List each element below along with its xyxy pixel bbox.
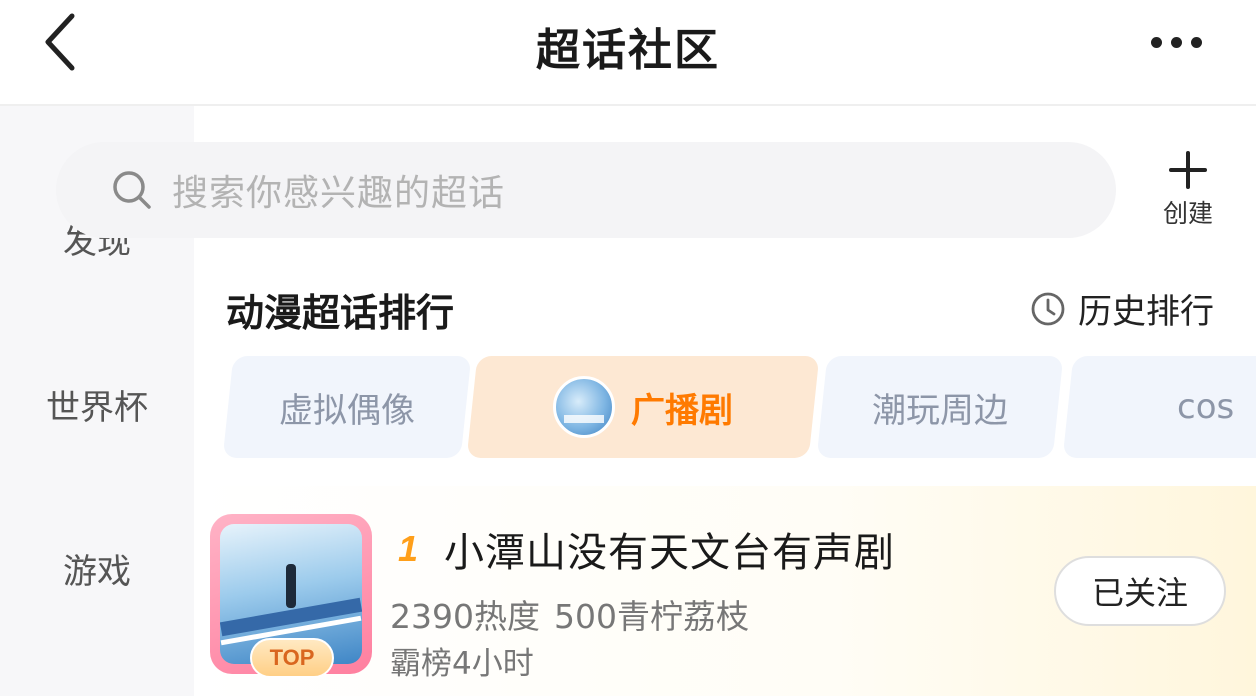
tab-label: 虚拟偶像 (279, 390, 415, 431)
sidebar-item-games[interactable]: 游戏 (0, 544, 194, 593)
tab-label: cos (1177, 387, 1235, 427)
plus-icon (1169, 151, 1207, 189)
category-tabs: 虚拟偶像 广播剧 潮玩周边 cos (222, 356, 1256, 458)
topic-cover[interactable]: TOP (210, 514, 372, 684)
history-ranking-label: 历史排行 (1078, 292, 1214, 332)
top-badge: TOP (250, 638, 334, 678)
more-dot (1170, 36, 1182, 48)
clock-icon (1031, 292, 1065, 325)
tab-toys-merch[interactable]: 潮玩周边 (816, 356, 1064, 458)
create-label: 创建 (1162, 199, 1213, 228)
search-icon (113, 171, 151, 209)
more-dot (1190, 36, 1202, 48)
search-input[interactable]: 搜索你感兴趣的超话 (56, 142, 1116, 238)
tab-label: 广播剧 (631, 390, 733, 431)
ranking-list-item[interactable]: TOP 1 小潭山没有天文台有声剧 2390热度 500青柠荔枝 霸榜4小时 已关… (194, 486, 1256, 696)
tab-cos[interactable]: cos (1062, 356, 1256, 458)
section-title: 动漫超话排行 (226, 291, 455, 335)
more-dots-icon (1150, 36, 1162, 48)
follow-button[interactable]: 已关注 (1054, 556, 1226, 626)
rank-duration: 霸榜4小时 (390, 646, 534, 682)
tab-label: 潮玩周边 (872, 390, 1008, 431)
rank-number: 1 (398, 528, 419, 569)
history-ranking-button[interactable]: 历史排行 (1030, 284, 1214, 333)
top-nav-bar: 超话社区 (0, 0, 1256, 106)
page-title: 超话社区 (536, 25, 720, 76)
lychee-value: 500青柠荔枝 (553, 597, 749, 636)
search-placeholder: 搜索你感兴趣的超话 (172, 173, 506, 214)
tab-radio-drama[interactable]: 广播剧 (466, 356, 820, 458)
heat-value: 2390热度 (390, 597, 540, 636)
tab-avatar-icon (553, 376, 615, 438)
cover-figure (286, 564, 296, 608)
sidebar-item-world-cup[interactable]: 世界杯 (0, 380, 194, 429)
more-button[interactable] (1136, 22, 1216, 62)
tab-virtual-idol[interactable]: 虚拟偶像 (222, 356, 472, 458)
topic-stats: 2390热度 500青柠荔枝 (390, 590, 749, 638)
topic-name[interactable]: 小潭山没有天文台有声剧 (444, 520, 895, 578)
create-button[interactable]: 创建 (1150, 150, 1226, 234)
